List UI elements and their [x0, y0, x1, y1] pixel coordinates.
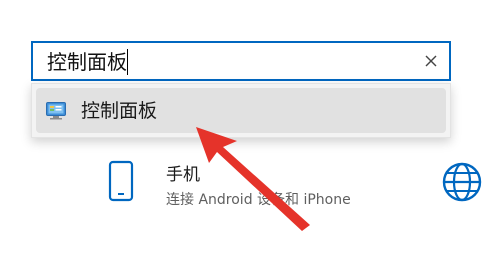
close-icon[interactable]	[423, 53, 439, 69]
suggestion-label: 控制面板	[81, 100, 158, 122]
search-input[interactable]: 控制面板	[47, 49, 127, 75]
phone-icon[interactable]	[105, 160, 139, 204]
search-suggestions-dropdown: 控制面板	[31, 83, 451, 138]
text-caret	[127, 49, 128, 75]
settings-tile-title[interactable]: 手机	[166, 164, 200, 186]
globe-icon[interactable]	[440, 160, 483, 204]
settings-tile-subtitle: 连接 Android 设备和 iPhone	[166, 192, 351, 208]
suggestion-item-control-panel[interactable]: 控制面板	[36, 88, 446, 133]
search-box[interactable]: 控制面板	[31, 41, 451, 81]
control-panel-icon	[46, 102, 66, 120]
